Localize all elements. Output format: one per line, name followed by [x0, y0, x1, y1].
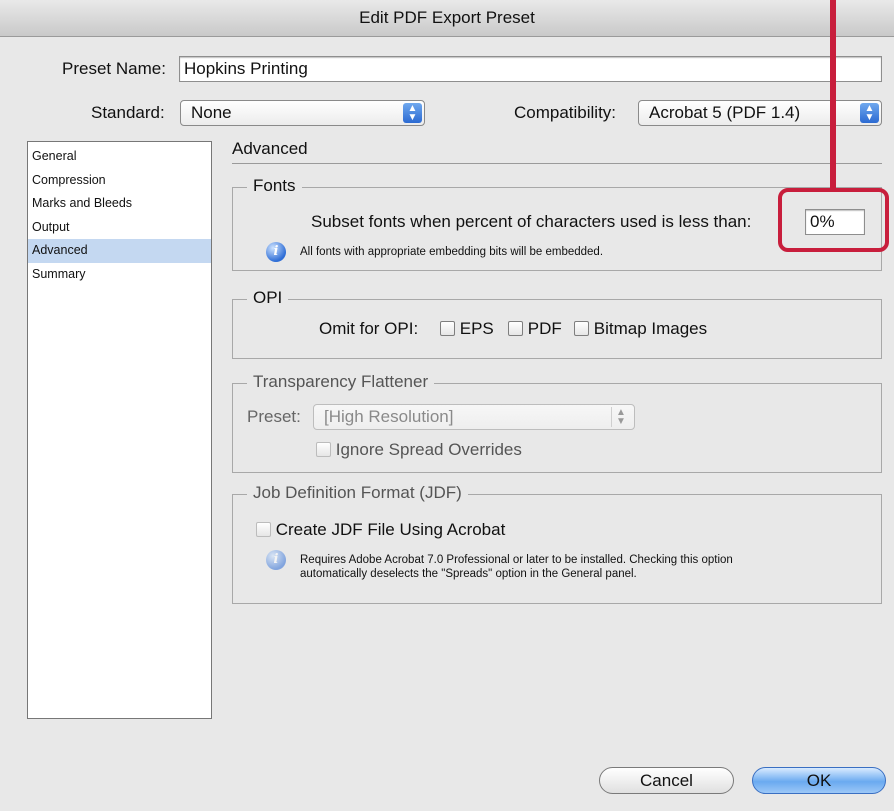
category-list: General Compression Marks and Bleeds Out…	[27, 141, 212, 719]
ok-button[interactable]: OK	[752, 767, 886, 794]
compatibility-select[interactable]: Acrobat 5 (PDF 1.4) ▲ ▼	[638, 100, 882, 126]
sidebar-item-advanced[interactable]: Advanced	[28, 239, 211, 263]
compatibility-select-value: Acrobat 5 (PDF 1.4)	[649, 103, 801, 122]
window-title: Edit PDF Export Preset	[0, 0, 894, 37]
standard-label: Standard:	[91, 103, 165, 122]
pdf-label: PDF	[527, 319, 562, 338]
opi-bitmap-option[interactable]: Bitmap Images	[574, 319, 707, 339]
pdf-checkbox[interactable]	[508, 321, 523, 336]
compatibility-label: Compatibility:	[514, 103, 617, 122]
opi-legend: OPI	[247, 288, 289, 308]
popup-arrows-icon: ▲ ▼	[403, 103, 422, 123]
popup-arrows-icon: ▲ ▼	[860, 103, 879, 123]
subset-fonts-label: Subset fonts when percent of characters …	[311, 212, 752, 231]
callout-highlight-box	[778, 188, 889, 252]
jdf-legend: Job Definition Format (JDF)	[247, 483, 468, 503]
standard-select-value: None	[191, 103, 232, 122]
create-jdf-label: Create JDF File Using Acrobat	[275, 520, 506, 539]
bitmap-images-label: Bitmap Images	[593, 319, 708, 338]
callout-line	[830, 0, 836, 188]
eps-checkbox[interactable]	[440, 321, 455, 336]
preset-name-input[interactable]: Hopkins Printing	[179, 56, 882, 82]
preset-name-label: Preset Name:	[62, 59, 166, 78]
info-icon: i	[266, 550, 286, 570]
panel-title-divider	[232, 163, 882, 164]
ignore-spread-overrides-label: Ignore Spread Overrides	[335, 440, 522, 459]
bitmap-images-checkbox[interactable]	[574, 321, 589, 336]
sidebar-item-output[interactable]: Output	[28, 216, 211, 240]
standard-select[interactable]: None ▲ ▼	[180, 100, 425, 126]
eps-label: EPS	[459, 319, 494, 338]
create-jdf-checkbox[interactable]	[256, 522, 271, 537]
ignore-spread-overrides-option[interactable]: Ignore Spread Overrides	[316, 440, 522, 460]
transparency-flattener-legend: Transparency Flattener	[247, 372, 435, 392]
ignore-spread-overrides-checkbox[interactable]	[316, 442, 331, 457]
sidebar-item-compression[interactable]: Compression	[28, 169, 211, 193]
opi-pdf-option[interactable]: PDF	[508, 319, 562, 339]
jdf-note-line-1: Requires Adobe Acrobat 7.0 Professional …	[300, 554, 733, 566]
flattener-preset-select[interactable]: [High Resolution] ▲ ▼	[313, 404, 635, 430]
flattener-preset-value: [High Resolution]	[324, 407, 454, 426]
sidebar-item-general[interactable]: General	[28, 145, 211, 169]
create-jdf-option[interactable]: Create JDF File Using Acrobat	[256, 520, 505, 540]
opi-eps-option[interactable]: EPS	[440, 319, 494, 339]
jdf-note-line-2: automatically deselects the "Spreads" op…	[300, 568, 637, 580]
fonts-legend: Fonts	[247, 176, 302, 196]
popup-arrows-icon: ▲ ▼	[611, 407, 630, 427]
sidebar-item-summary[interactable]: Summary	[28, 263, 211, 287]
panel-title: Advanced	[232, 139, 308, 158]
omit-for-opi-label: Omit for OPI:	[319, 319, 419, 338]
fonts-note: All fonts with appropriate embedding bit…	[300, 246, 604, 258]
info-icon: i	[266, 242, 286, 262]
cancel-button[interactable]: Cancel	[599, 767, 734, 794]
flattener-preset-label: Preset:	[247, 407, 301, 426]
jdf-group: Job Definition Format (JDF)	[232, 483, 882, 604]
sidebar-item-marks-and-bleeds[interactable]: Marks and Bleeds	[28, 192, 211, 216]
